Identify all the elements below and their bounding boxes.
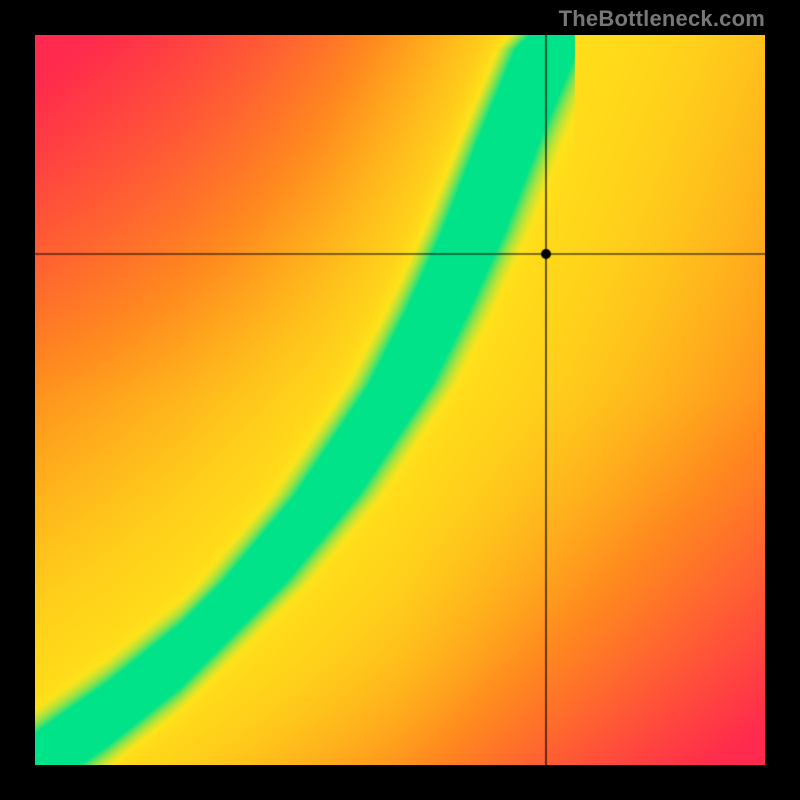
chart-frame: TheBottleneck.com [0,0,800,800]
watermark-text: TheBottleneck.com [559,6,765,32]
heatmap-canvas [35,35,765,765]
heatmap-plot [35,35,765,765]
